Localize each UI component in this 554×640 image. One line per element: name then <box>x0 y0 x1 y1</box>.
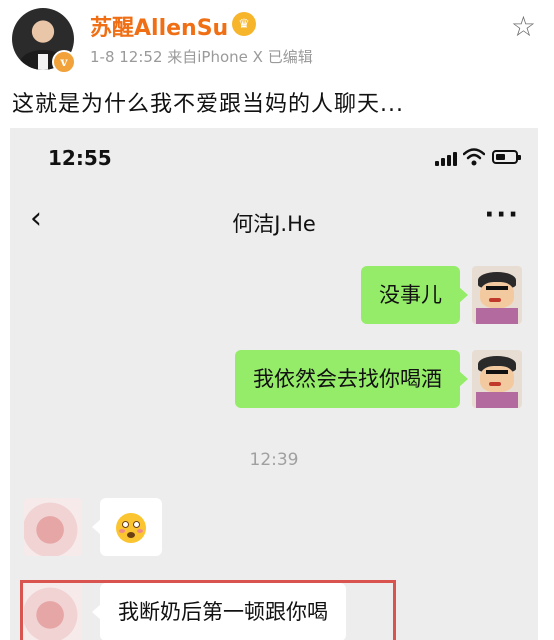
message-bubble-received[interactable] <box>92 498 162 556</box>
status-bar: 12:55 <box>10 128 538 186</box>
post-meta: 1-8 12:52 来自iPhone X 已编辑 <box>90 48 313 66</box>
flushed-face-icon <box>116 513 146 543</box>
my-avatar[interactable] <box>472 266 522 324</box>
username[interactable]: 苏醒AllenSu <box>90 10 228 42</box>
my-avatar[interactable] <box>472 350 522 408</box>
message-row-sent: 我依然会去找你喝酒 <box>235 350 468 408</box>
star-icon[interactable]: ☆ <box>511 10 536 43</box>
contact-avatar[interactable] <box>24 498 82 556</box>
signal-icon <box>435 152 459 166</box>
contact-name: 何洁J.He <box>232 212 316 236</box>
chat-timestamp: 12:39 <box>249 450 299 470</box>
chat-nav-bar: ‹ 何洁J.He ··· <box>10 186 538 250</box>
verified-badge-icon: v <box>52 50 76 74</box>
weibo-post-header: v 苏醒AllenSu ♛ 1-8 12:52 来自iPhone X 已编辑 ☆… <box>0 0 554 120</box>
status-time: 12:55 <box>48 146 112 170</box>
more-options-icon[interactable]: ··· <box>484 200 520 230</box>
highlight-annotation <box>20 580 396 640</box>
message-bubble-sent[interactable]: 我依然会去找你喝酒 <box>235 350 468 408</box>
post-text: 这就是为什么我不爱跟当妈的人聊天... <box>12 92 404 117</box>
wifi-icon <box>463 148 485 166</box>
battery-icon <box>492 150 521 164</box>
chat-screenshot: 12:55 ‹ 何洁J.He ··· 没事儿 我依然会去找你喝酒 12:39 我… <box>10 128 538 640</box>
message-row-sent: 没事儿 <box>361 266 468 324</box>
crown-icon: ♛ <box>232 12 256 36</box>
message-bubble-sent[interactable]: 没事儿 <box>361 266 468 324</box>
avatar-shirt <box>38 54 48 70</box>
